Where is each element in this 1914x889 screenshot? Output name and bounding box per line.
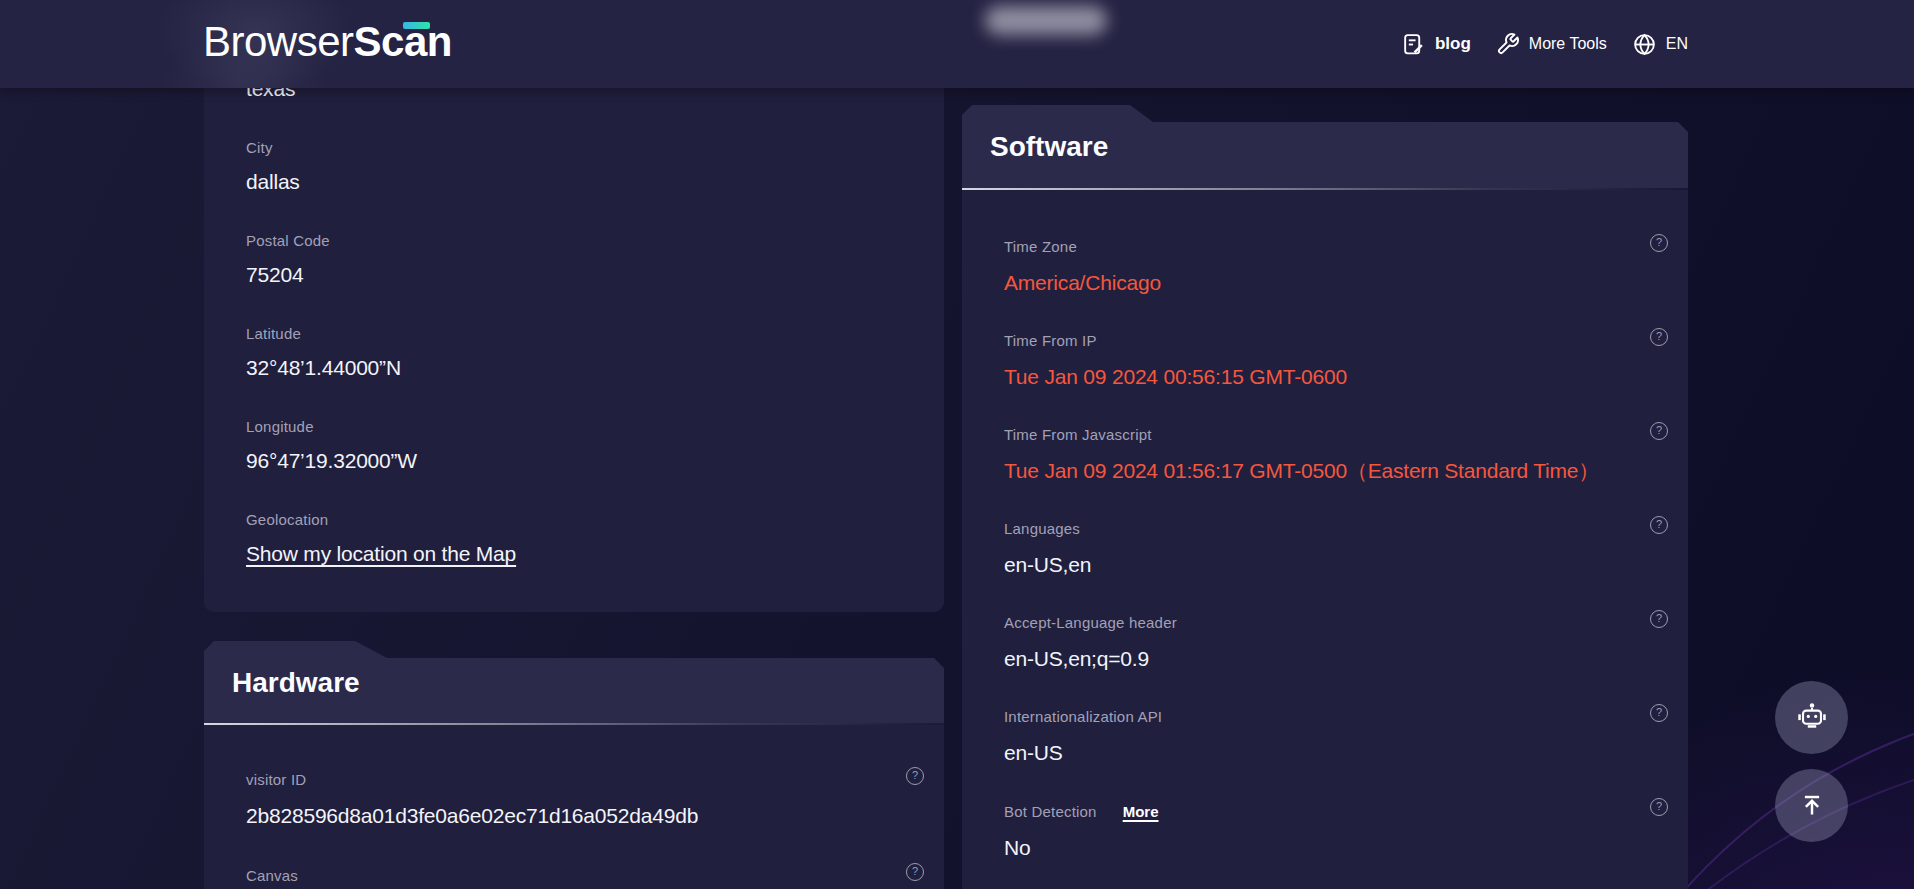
- bot-detection-value: No: [1004, 837, 1646, 858]
- sw-row-bot-detection: Bot Detection More No: [1004, 803, 1646, 858]
- timezone-value: America/Chicago: [1004, 272, 1646, 293]
- back-to-top-icon: [1795, 789, 1829, 823]
- city-value: dallas: [246, 171, 902, 192]
- help-icon[interactable]: [1650, 610, 1668, 628]
- globe-icon: [1632, 32, 1657, 57]
- software-card: Software Time Zone America/Chicago Time …: [962, 105, 1688, 889]
- geo-row-latitude: Latitude 32°48’1.44000”N: [246, 326, 902, 378]
- visitor-id-value: 2b828596d8a01d3fe0a6e02ec71d16a052da49db: [246, 805, 902, 826]
- navbar-menu: blog More Tools EN: [1401, 0, 1688, 88]
- geo-row-longitude: Longitude 96°47’19.32000”W: [246, 419, 902, 471]
- hw-row-canvas: Canvas: [246, 868, 902, 884]
- time-from-js-value: Tue Jan 09 2024 01:56:17 GMT-0500（Easter…: [1004, 460, 1646, 481]
- geolocation-card: texas City dallas Postal Code 75204 Lati…: [204, 0, 944, 612]
- hardware-card-title: Hardware: [232, 667, 360, 699]
- hw-row-visitor-id: visitor ID 2b828596d8a01d3fe0a6e02ec71d1…: [246, 772, 902, 826]
- blog-icon: [1401, 32, 1426, 57]
- censored-ip-blob: [985, 6, 1107, 35]
- bot-detection-more-link[interactable]: More: [1123, 803, 1159, 820]
- wrench-icon: [1496, 32, 1520, 56]
- languages-value: en-US,en: [1004, 554, 1646, 575]
- geo-row-city: City dallas: [246, 140, 902, 192]
- sw-row-languages: Languages en-US,en: [1004, 521, 1646, 575]
- software-divider: [962, 188, 1688, 190]
- nav-more-tools[interactable]: More Tools: [1496, 32, 1607, 56]
- latitude-value: 32°48’1.44000”N: [246, 357, 902, 378]
- time-from-ip-value: Tue Jan 09 2024 00:56:15 GMT-0600: [1004, 366, 1646, 387]
- sw-row-intl-api: Internationalization API en-US: [1004, 709, 1646, 763]
- back-to-top-button[interactable]: [1775, 769, 1848, 842]
- help-icon[interactable]: [1650, 704, 1668, 722]
- longitude-value: 96°47’19.32000”W: [246, 450, 902, 471]
- software-card-title: Software: [990, 131, 1108, 163]
- sw-row-time-from-ip: Time From IP Tue Jan 09 2024 00:56:15 GM…: [1004, 333, 1646, 387]
- hardware-card: Hardware visitor ID 2b828596d8a01d3fe0a6…: [204, 641, 944, 889]
- help-icon[interactable]: [1650, 422, 1668, 440]
- geo-row-postal: Postal Code 75204: [246, 233, 902, 285]
- help-icon[interactable]: [906, 863, 924, 881]
- nav-language[interactable]: EN: [1632, 32, 1688, 57]
- robot-assistant-button[interactable]: [1775, 681, 1848, 754]
- geo-row-geolocation: Geolocation Show my location on the Map: [246, 512, 902, 564]
- robot-icon: [1793, 699, 1831, 737]
- sw-row-time-from-js: Time From Javascript Tue Jan 09 2024 01:…: [1004, 427, 1646, 481]
- nav-blog[interactable]: blog: [1401, 32, 1471, 57]
- help-icon[interactable]: [1650, 328, 1668, 346]
- help-icon[interactable]: [1650, 516, 1668, 534]
- top-navbar: BrowserScan blog More Tools EN: [0, 0, 1914, 88]
- intl-api-value: en-US: [1004, 742, 1646, 763]
- help-icon[interactable]: [1650, 798, 1668, 816]
- brand-logo[interactable]: BrowserScan: [203, 18, 452, 66]
- help-icon[interactable]: [1650, 234, 1668, 252]
- hardware-divider: [204, 723, 944, 725]
- show-location-link[interactable]: Show my location on the Map: [246, 543, 902, 564]
- sw-row-timezone: Time Zone America/Chicago: [1004, 239, 1646, 293]
- accept-language-value: en-US,en;q=0.9: [1004, 648, 1646, 669]
- sw-row-accept-language: Accept-Language header en-US,en;q=0.9: [1004, 615, 1646, 669]
- postal-value: 75204: [246, 264, 902, 285]
- help-icon[interactable]: [906, 767, 924, 785]
